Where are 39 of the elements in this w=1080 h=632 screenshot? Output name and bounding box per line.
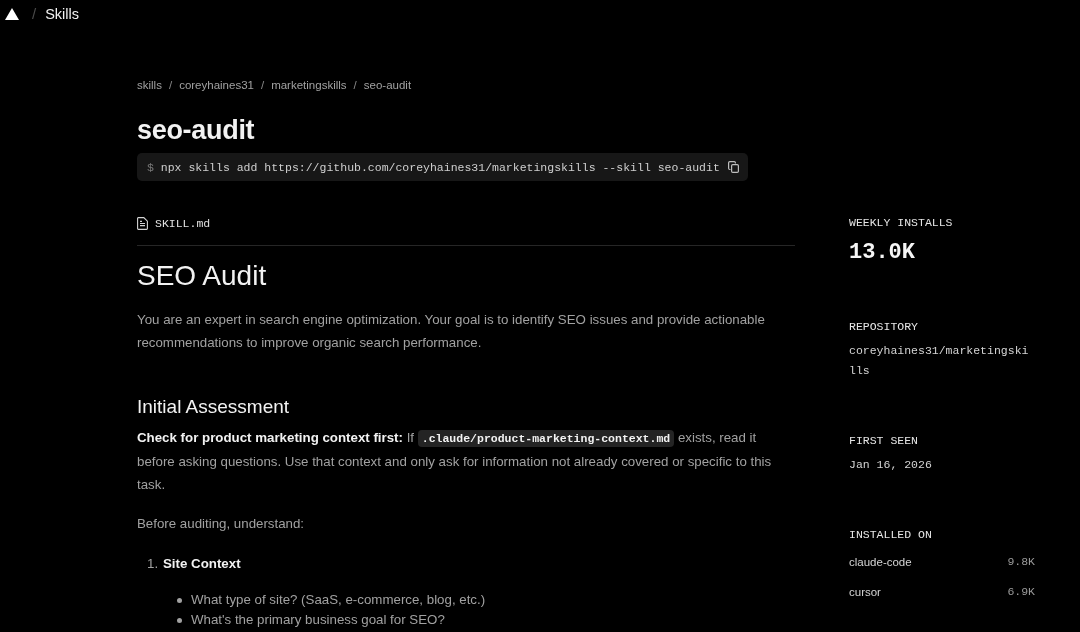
document-heading: SEO Audit [137, 259, 268, 293]
prompt-symbol: $ [147, 160, 154, 174]
file-name: SKILL.md [155, 216, 211, 230]
stat-value: Jan 16, 2026 [849, 457, 933, 473]
breadcrumb-link[interactable]: coreyhaines31 [179, 77, 254, 93]
bullet-text: What's the primary business goal for SEO? [191, 611, 445, 629]
stat-label: FIRST SEEN [849, 433, 919, 449]
install-count: 9.8K [1007, 554, 1035, 570]
list-number: 1. [147, 555, 160, 573]
bullet-icon [177, 617, 182, 623]
agent-name: cursor [849, 585, 881, 600]
section-link[interactable]: Skills [45, 5, 79, 23]
breadcrumb-separator: / [168, 78, 173, 93]
paragraph: Before auditing, understand: [137, 515, 306, 533]
breadcrumb-separator: / [353, 78, 357, 93]
breadcrumb-link[interactable]: skills [137, 77, 162, 93]
copy-button[interactable] [726, 160, 740, 174]
intro-paragraph: You are an expert in search engine optimization. Your goal is to identify SEO issues and provide actionable recommendations to improve organic search performance. [137, 311, 766, 352]
section-heading: Initial Assessment [137, 395, 291, 419]
list-item-title: Site Context [163, 555, 241, 573]
bullet-text: What type of site? (SaaS, e-commerce, blog, etc.) [191, 591, 486, 609]
page-title: seo-audit [137, 114, 256, 146]
paragraph: Check for product marketing context first: If .claude/product-marketing-context.md exists, read it before asking questions. Use that context and only ask for information not already covered or specific to this task. [137, 429, 773, 494]
breadcrumb-link[interactable]: seo-audit [363, 77, 412, 93]
breadcrumb-separator: / [260, 78, 265, 93]
install-count: 6.9K [1007, 584, 1035, 600]
stat-value: 13.0K [849, 239, 916, 267]
install-command: npx skills add https://github.com/coreyhaines31/marketingskills --skill seo-audit [160, 160, 720, 174]
repository-link[interactable]: coreyhaines31/marketingskills [849, 341, 1031, 381]
stat-label: INSTALLED ON [849, 527, 933, 543]
bullet-icon [177, 597, 182, 603]
breadcrumb-link[interactable]: marketingskills [271, 77, 347, 93]
triangle-logo[interactable] [5, 8, 19, 20]
breadcrumb-separator: / [32, 5, 37, 23]
file-icon [137, 216, 148, 230]
stat-label: WEEKLY INSTALLS [849, 215, 954, 231]
copy-icon [727, 161, 739, 173]
stat-label: REPOSITORY [849, 319, 919, 335]
agent-name: claude-code [849, 555, 912, 570]
